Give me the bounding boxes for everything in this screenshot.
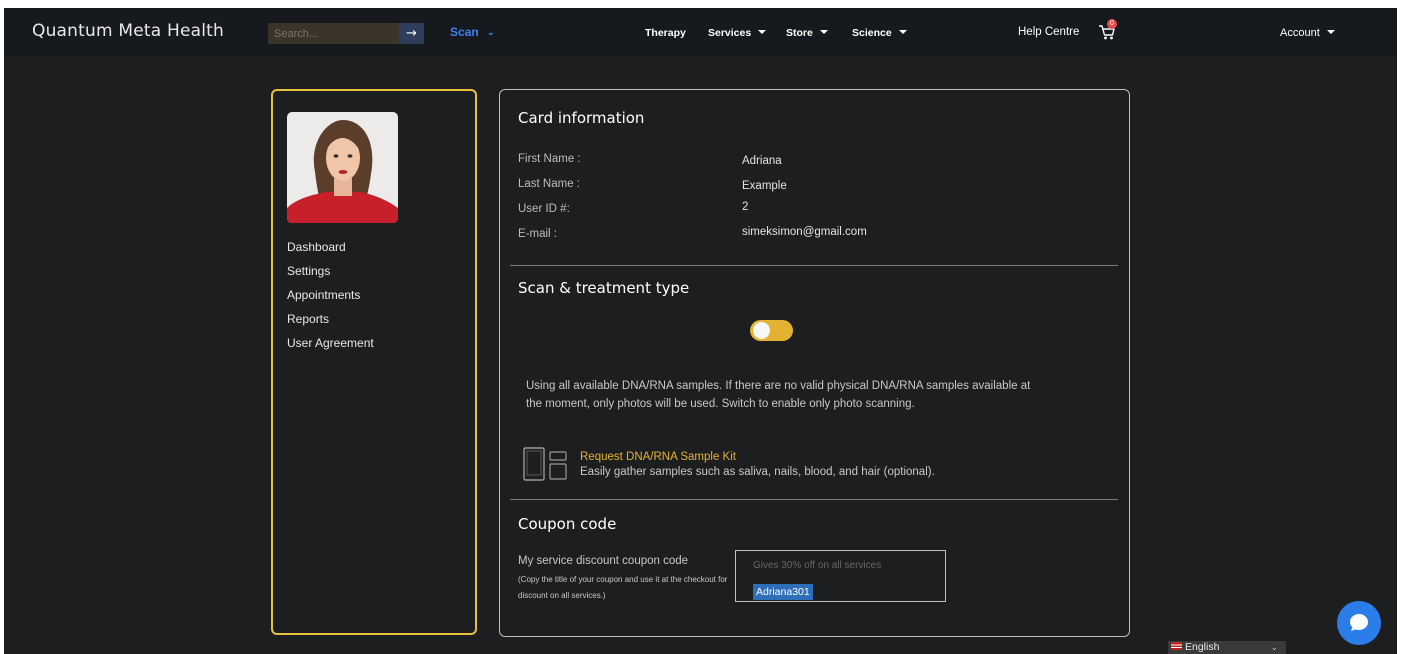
search-submit-button[interactable]: → xyxy=(399,23,424,44)
nav-link-label: Services xyxy=(708,27,752,39)
nav-link-store[interactable]: Store xyxy=(786,27,828,39)
chevron-down-icon: ⌄ xyxy=(487,27,495,37)
scan-menu[interactable]: Scan ⌄ xyxy=(450,25,495,39)
cart-count-badge: 0 xyxy=(1107,19,1117,29)
toggle-knob xyxy=(753,322,770,339)
sidebar-menu: Dashboard Settings Appointments Reports … xyxy=(287,239,374,359)
profile-photo xyxy=(287,112,398,223)
scan-type-title: Scan & treatment type xyxy=(518,279,690,297)
language-select[interactable]: English ⌄ xyxy=(1168,641,1286,654)
search-bar: → xyxy=(268,23,424,44)
user-id-value: 2 xyxy=(742,201,749,213)
nav-link-label: Therapy xyxy=(645,27,686,39)
sample-kit-description: Easily gather samples such as saliva, na… xyxy=(580,466,935,478)
first-name-label: First Name : xyxy=(518,153,581,165)
email-value: simeksimon@gmail.com xyxy=(742,226,867,238)
nav-link-services[interactable]: Services xyxy=(708,27,767,39)
nav-link-science[interactable]: Science xyxy=(852,27,907,39)
coupon-code-value[interactable]: Adriana301 xyxy=(753,584,813,600)
caret-down-icon xyxy=(898,30,907,35)
scan-menu-label: Scan xyxy=(450,25,479,39)
nav-link-therapy[interactable]: Therapy xyxy=(645,27,686,39)
account-label: Account xyxy=(1280,27,1320,39)
top-nav: Quantum Meta Health → Scan ⌄ Therapy Ser… xyxy=(4,8,1397,56)
caret-down-icon xyxy=(1326,30,1335,35)
chat-bubble-icon xyxy=(1350,614,1368,631)
sample-kit-icon xyxy=(523,447,567,481)
search-input[interactable] xyxy=(268,23,398,44)
section-divider xyxy=(510,265,1118,266)
nav-link-label: Store xyxy=(786,27,813,39)
coupon-code-box[interactable]: Gives 30% off on all services Adriana301 xyxy=(735,550,946,602)
last-name-value: Example xyxy=(742,180,787,192)
chevron-down-icon: ⌄ xyxy=(1270,642,1278,652)
photo-only-toggle[interactable] xyxy=(750,320,793,341)
user-id-label: User ID #: xyxy=(518,203,570,215)
profile-sidebar: Dashboard Settings Appointments Reports … xyxy=(271,89,477,635)
card-info-title: Card information xyxy=(518,109,645,127)
coupon-title: Coupon code xyxy=(518,515,617,533)
sidebar-item-settings[interactable]: Settings xyxy=(287,263,374,287)
first-name-value: Adriana xyxy=(742,155,782,167)
page: Quantum Meta Health → Scan ⌄ Therapy Ser… xyxy=(4,8,1397,654)
last-name-label: Last Name : xyxy=(518,178,580,190)
caret-down-icon xyxy=(758,30,767,35)
brand-logo[interactable]: Quantum Meta Health xyxy=(32,21,224,41)
scan-description: Using all available DNA/RNA samples. If … xyxy=(526,380,1031,410)
caret-down-icon xyxy=(819,30,828,35)
email-label: E-mail : xyxy=(518,228,557,240)
nav-link-label: Science xyxy=(852,27,892,39)
chat-widget-button[interactable] xyxy=(1337,601,1381,645)
account-menu[interactable]: Account xyxy=(1280,27,1335,39)
coupon-note: (Copy the title of your coupon and use i… xyxy=(518,575,728,600)
sidebar-item-user-agreement[interactable]: User Agreement xyxy=(287,335,374,359)
avatar xyxy=(287,112,398,223)
account-panel: Card information First Name : Adriana La… xyxy=(499,89,1130,637)
coupon-hint: Gives 30% off on all services xyxy=(753,560,882,571)
language-label: English xyxy=(1185,641,1220,653)
sidebar-item-reports[interactable]: Reports xyxy=(287,311,374,335)
sidebar-item-dashboard[interactable]: Dashboard xyxy=(287,239,374,263)
section-divider xyxy=(510,499,1118,500)
arrow-right-icon: → xyxy=(406,26,417,41)
us-flag-icon xyxy=(1171,642,1182,650)
sidebar-item-appointments[interactable]: Appointments xyxy=(287,287,374,311)
request-sample-kit-link[interactable]: Request DNA/RNA Sample Kit xyxy=(580,451,736,463)
help-centre-link[interactable]: Help Centre xyxy=(1018,26,1079,38)
coupon-label: My service discount coupon code xyxy=(518,555,689,567)
